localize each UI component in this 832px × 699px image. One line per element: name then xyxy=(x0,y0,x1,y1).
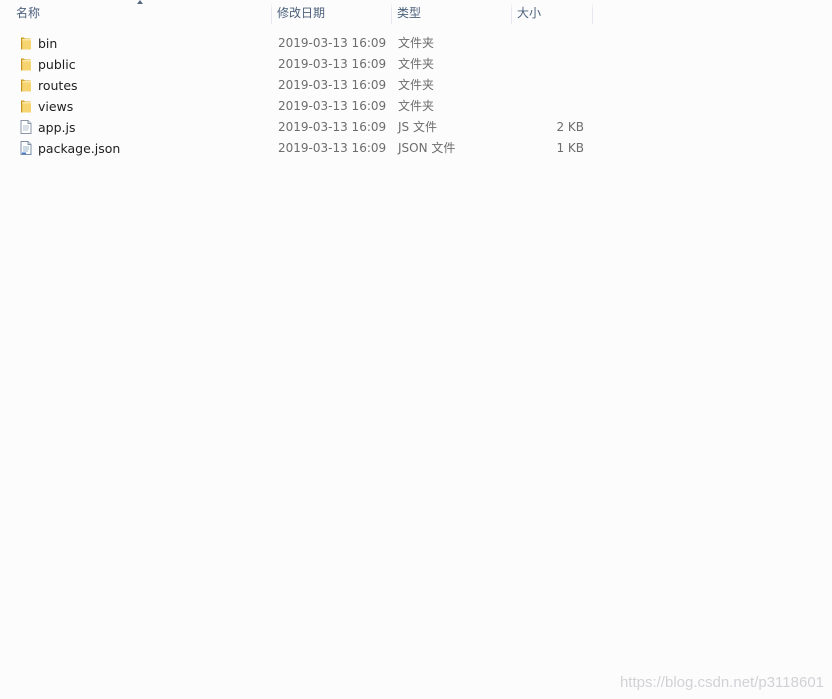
folder-icon xyxy=(21,100,31,113)
file-name: package.json xyxy=(38,141,121,156)
folder-icon xyxy=(21,37,31,50)
file-size xyxy=(511,33,584,54)
file-modified-date: 2019-03-13 16:09 xyxy=(278,78,387,92)
file-modified-date: 2019-03-13 16:09 xyxy=(278,141,387,155)
file-size xyxy=(511,54,584,75)
file-name: routes xyxy=(38,78,78,93)
file-type: 文件夹 xyxy=(398,78,435,92)
file-modified-date: 2019-03-13 16:09 xyxy=(278,57,387,71)
sort-ascending-icon xyxy=(137,0,143,4)
file-list: bin 2019-03-13 16:09 文件夹 public 2019-03-… xyxy=(0,33,832,159)
column-header-date[interactable]: 修改日期 xyxy=(271,0,391,25)
watermark-text: https://blog.csdn.net/p3118601 xyxy=(619,674,824,691)
file-type: JSON 文件 xyxy=(398,141,456,155)
file-size xyxy=(511,75,584,96)
file-name: app.js xyxy=(38,120,76,135)
json-file-icon xyxy=(20,141,32,155)
file-row[interactable]: views 2019-03-13 16:09 文件夹 xyxy=(0,96,832,117)
file-type: 文件夹 xyxy=(398,99,435,113)
file-size: 2 KB xyxy=(556,120,584,134)
js-file-icon xyxy=(20,120,32,134)
file-name: views xyxy=(38,99,74,114)
folder-icon xyxy=(21,58,31,71)
file-name: public xyxy=(38,57,76,72)
file-modified-date: 2019-03-13 16:09 xyxy=(278,36,387,50)
file-type: 文件夹 xyxy=(398,57,435,71)
column-header-bar: 名称 修改日期 类型 大小 xyxy=(0,0,832,26)
file-row[interactable]: package.json 2019-03-13 16:09 JSON 文件 1 … xyxy=(0,138,832,159)
file-row[interactable]: routes 2019-03-13 16:09 文件夹 xyxy=(0,75,832,96)
file-row[interactable]: public 2019-03-13 16:09 文件夹 xyxy=(0,54,832,75)
file-type: 文件夹 xyxy=(398,36,435,50)
column-header-type[interactable]: 类型 xyxy=(391,0,511,25)
file-name: bin xyxy=(38,36,58,51)
file-type: JS 文件 xyxy=(398,120,437,134)
file-modified-date: 2019-03-13 16:09 xyxy=(278,99,387,113)
file-size xyxy=(511,96,584,117)
column-divider[interactable] xyxy=(592,0,593,24)
file-modified-date: 2019-03-13 16:09 xyxy=(278,120,387,134)
folder-icon xyxy=(21,79,31,92)
column-header-size[interactable]: 大小 xyxy=(511,0,592,25)
file-row[interactable]: app.js 2019-03-13 16:09 JS 文件 2 KB xyxy=(0,117,832,138)
file-row[interactable]: bin 2019-03-13 16:09 文件夹 xyxy=(0,33,832,54)
file-size: 1 KB xyxy=(556,141,584,155)
file-explorer-window: 名称 修改日期 类型 大小 bin 2019-03-13 16:09 文件夹 p… xyxy=(0,0,832,699)
